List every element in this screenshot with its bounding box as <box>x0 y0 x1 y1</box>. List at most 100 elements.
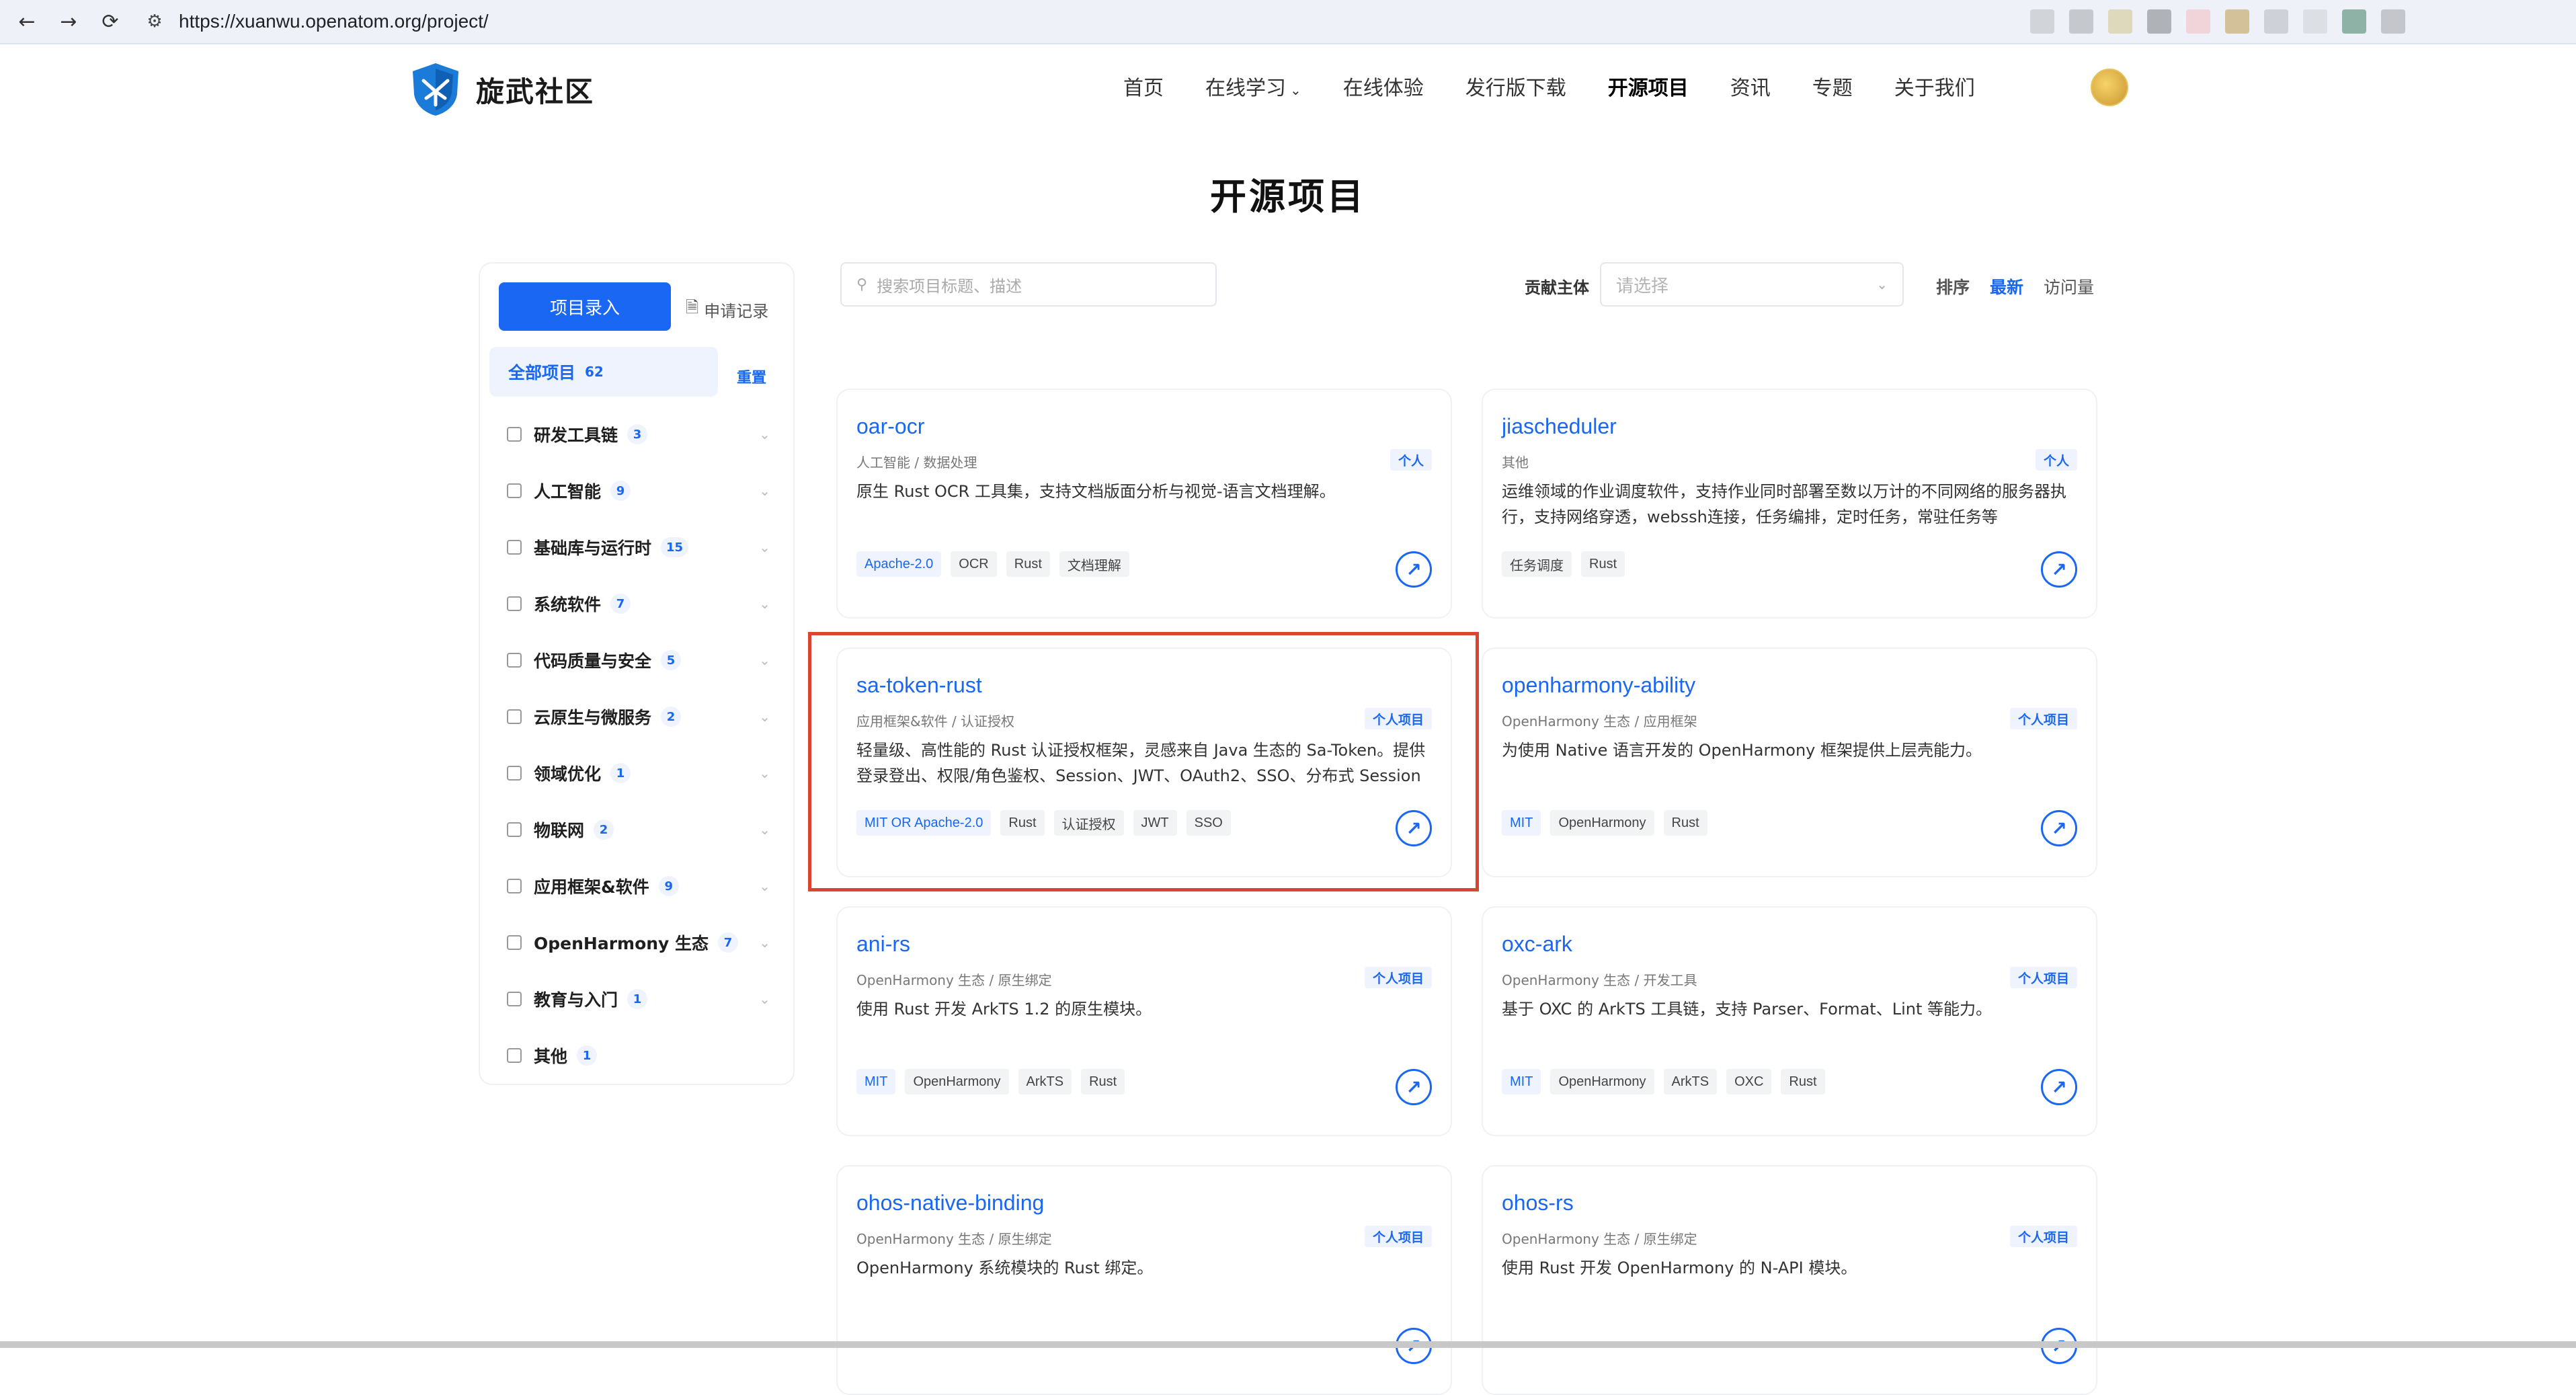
project-category: OpenHarmony 生态 / 原生绑定 <box>856 972 1052 988</box>
open-project-icon[interactable]: ↗ <box>2041 551 2077 588</box>
project-name[interactable]: oxc-ark <box>1502 932 1572 957</box>
category-item[interactable]: 教育与入门 1 ⌄ <box>507 971 776 1027</box>
project-name[interactable]: ohos-native-binding <box>856 1191 1044 1215</box>
project-name[interactable]: oar-ocr <box>856 414 924 439</box>
extension-icon[interactable] <box>2381 9 2405 34</box>
category-label: 系统软件 <box>534 595 602 614</box>
all-projects-filter[interactable]: 全部项目 62 <box>489 347 718 397</box>
chevron-down-icon[interactable]: ⌄ <box>759 934 770 951</box>
project-card[interactable]: ohos-native-binding OpenHarmony 生态 / 原生绑定… <box>836 1165 1452 1395</box>
open-project-icon[interactable]: ↗ <box>1396 1069 1432 1105</box>
extension-icon[interactable] <box>2264 9 2288 34</box>
chevron-down-icon[interactable]: ⌄ <box>759 483 770 499</box>
contributor-select[interactable]: 请选择 ⌄ <box>1600 262 1904 307</box>
extension-icon[interactable] <box>2069 9 2093 34</box>
category-item[interactable]: 系统软件 7 ⌄ <box>507 575 776 632</box>
category-checkbox[interactable] <box>507 709 522 724</box>
project-name[interactable]: ohos-rs <box>1502 1191 1574 1215</box>
project-tag: Rust <box>1781 1069 1825 1094</box>
extension-icon[interactable] <box>2225 9 2249 34</box>
project-card[interactable]: ohos-rs OpenHarmony 生态 / 原生绑定 个人项目 使用 Rust … <box>1482 1165 2097 1395</box>
back-icon[interactable]: ← <box>12 7 42 36</box>
category-checkbox[interactable] <box>507 483 522 498</box>
category-checkbox[interactable] <box>507 596 522 611</box>
nav-news[interactable]: 资讯 <box>1709 71 1792 101</box>
project-card[interactable]: jiascheduler 其他 个人 运维领域的作业调度软件，支持作业同时部署至数以万… <box>1482 389 2097 619</box>
category-checkbox[interactable] <box>507 766 522 781</box>
project-tag: Rust <box>1581 551 1625 577</box>
project-type-badge: 个人项目 <box>1364 1226 1432 1247</box>
extension-icon[interactable] <box>2147 9 2171 34</box>
category-item[interactable]: 代码质量与安全 5 ⌄ <box>507 632 776 688</box>
chevron-down-icon[interactable]: ⌄ <box>759 822 770 838</box>
category-item[interactable]: OpenHarmony 生态 7 ⌄ <box>507 914 776 971</box>
project-category: OpenHarmony 生态 / 原生绑定 <box>1502 1231 1697 1247</box>
nav-downloads[interactable]: 发行版下载 <box>1445 71 1587 101</box>
contributor-label: 贡献主体 <box>1525 278 1589 297</box>
category-checkbox[interactable] <box>507 879 522 893</box>
chevron-down-icon[interactable]: ⌄ <box>759 652 770 668</box>
extension-icon[interactable] <box>2108 9 2132 34</box>
chevron-down-icon[interactable]: ⌄ <box>759 878 770 894</box>
all-projects-count: 62 <box>585 364 604 380</box>
search-input[interactable]: ⚲ 搜索项目标题、描述 <box>840 262 1217 307</box>
category-item[interactable]: 其他 1 <box>507 1027 776 1084</box>
project-name[interactable]: jiascheduler <box>1502 414 1617 439</box>
project-tag: Rust <box>1081 1069 1125 1094</box>
category-checkbox[interactable] <box>507 992 522 1006</box>
nav-learning[interactable]: 在线学习 ⌄ <box>1184 71 1322 101</box>
submit-project-button[interactable]: 项目录入 <box>499 282 671 331</box>
project-name[interactable]: openharmony-ability <box>1502 673 1695 698</box>
reset-filter-button[interactable]: 重置 <box>737 366 766 387</box>
extension-icon[interactable] <box>2186 9 2210 34</box>
category-item[interactable]: 应用框架&软件 9 ⌄ <box>507 858 776 914</box>
category-count: 1 <box>577 1045 598 1066</box>
category-checkbox[interactable] <box>507 822 522 837</box>
chevron-down-icon[interactable]: ⌄ <box>759 596 770 612</box>
nav-about[interactable]: 关于我们 <box>1874 71 1996 101</box>
extension-icon[interactable] <box>2030 9 2054 34</box>
project-card[interactable]: oxc-ark OpenHarmony 生态 / 开发工具 个人项目 基于 OXC 的… <box>1482 906 2097 1136</box>
project-type-badge: 个人项目 <box>2009 967 2077 988</box>
chevron-down-icon[interactable]: ⌄ <box>759 539 770 555</box>
sort-latest[interactable]: 最新 <box>1990 274 2023 298</box>
nav-topics[interactable]: 专题 <box>1792 71 1874 101</box>
chevron-down-icon[interactable]: ⌄ <box>759 709 770 725</box>
category-item[interactable]: 研发工具链 3 ⌄ <box>507 406 776 463</box>
site-settings-icon[interactable]: ⚙ <box>141 11 168 32</box>
project-category: OpenHarmony 生态 / 开发工具 <box>1502 972 1697 988</box>
nav-projects[interactable]: 开源项目 <box>1587 71 1709 101</box>
category-item[interactable]: 云原生与微服务 2 ⌄ <box>507 688 776 745</box>
project-card[interactable]: openharmony-ability OpenHarmony 生态 / 应用框架… <box>1482 647 2097 877</box>
open-project-icon[interactable]: ↗ <box>1396 551 1432 588</box>
extension-icon[interactable] <box>2303 9 2327 34</box>
category-checkbox[interactable] <box>507 935 522 950</box>
category-item[interactable]: 领域优化 1 ⌄ <box>507 745 776 801</box>
category-checkbox[interactable] <box>507 427 522 442</box>
category-item[interactable]: 基础库与运行时 15 ⌄ <box>507 519 776 575</box>
chevron-down-icon[interactable]: ⌄ <box>759 765 770 781</box>
category-item[interactable]: 物联网 2 ⌄ <box>507 801 776 858</box>
horizontal-scrollbar[interactable] <box>0 1341 2576 1348</box>
extension-icon[interactable] <box>2342 9 2366 34</box>
category-item[interactable]: 人工智能 9 ⌄ <box>507 463 776 519</box>
address-bar[interactable]: ⚙ https://xuanwu.openatom.org/project/ <box>141 5 2010 38</box>
open-project-icon[interactable]: ↗ <box>2041 810 2077 846</box>
category-checkbox[interactable] <box>507 1048 522 1063</box>
chevron-down-icon[interactable]: ⌄ <box>759 426 770 442</box>
apply-records-link[interactable]: 🗎 申请记录 <box>686 296 768 323</box>
reload-icon[interactable]: ⟳ <box>95 7 125 36</box>
category-checkbox[interactable] <box>507 540 522 555</box>
site-logo[interactable]: 旋武社区 <box>410 62 594 117</box>
avatar[interactable] <box>2091 69 2128 106</box>
nav-home[interactable]: 首页 <box>1102 71 1184 101</box>
chevron-down-icon[interactable]: ⌄ <box>759 991 770 1007</box>
category-checkbox[interactable] <box>507 653 522 668</box>
project-name[interactable]: ani-rs <box>856 932 910 957</box>
nav-online-experience[interactable]: 在线体验 <box>1322 71 1445 101</box>
forward-icon[interactable]: → <box>54 7 83 36</box>
project-card[interactable]: oar-ocr 人工智能 / 数据处理 个人 原生 Rust OCR 工具集，支持文档… <box>836 389 1452 619</box>
open-project-icon[interactable]: ↗ <box>2041 1069 2077 1105</box>
sort-views[interactable]: 访问量 <box>2044 274 2094 298</box>
project-card[interactable]: ani-rs OpenHarmony 生态 / 原生绑定 个人项目 使用 Rust 开… <box>836 906 1452 1136</box>
